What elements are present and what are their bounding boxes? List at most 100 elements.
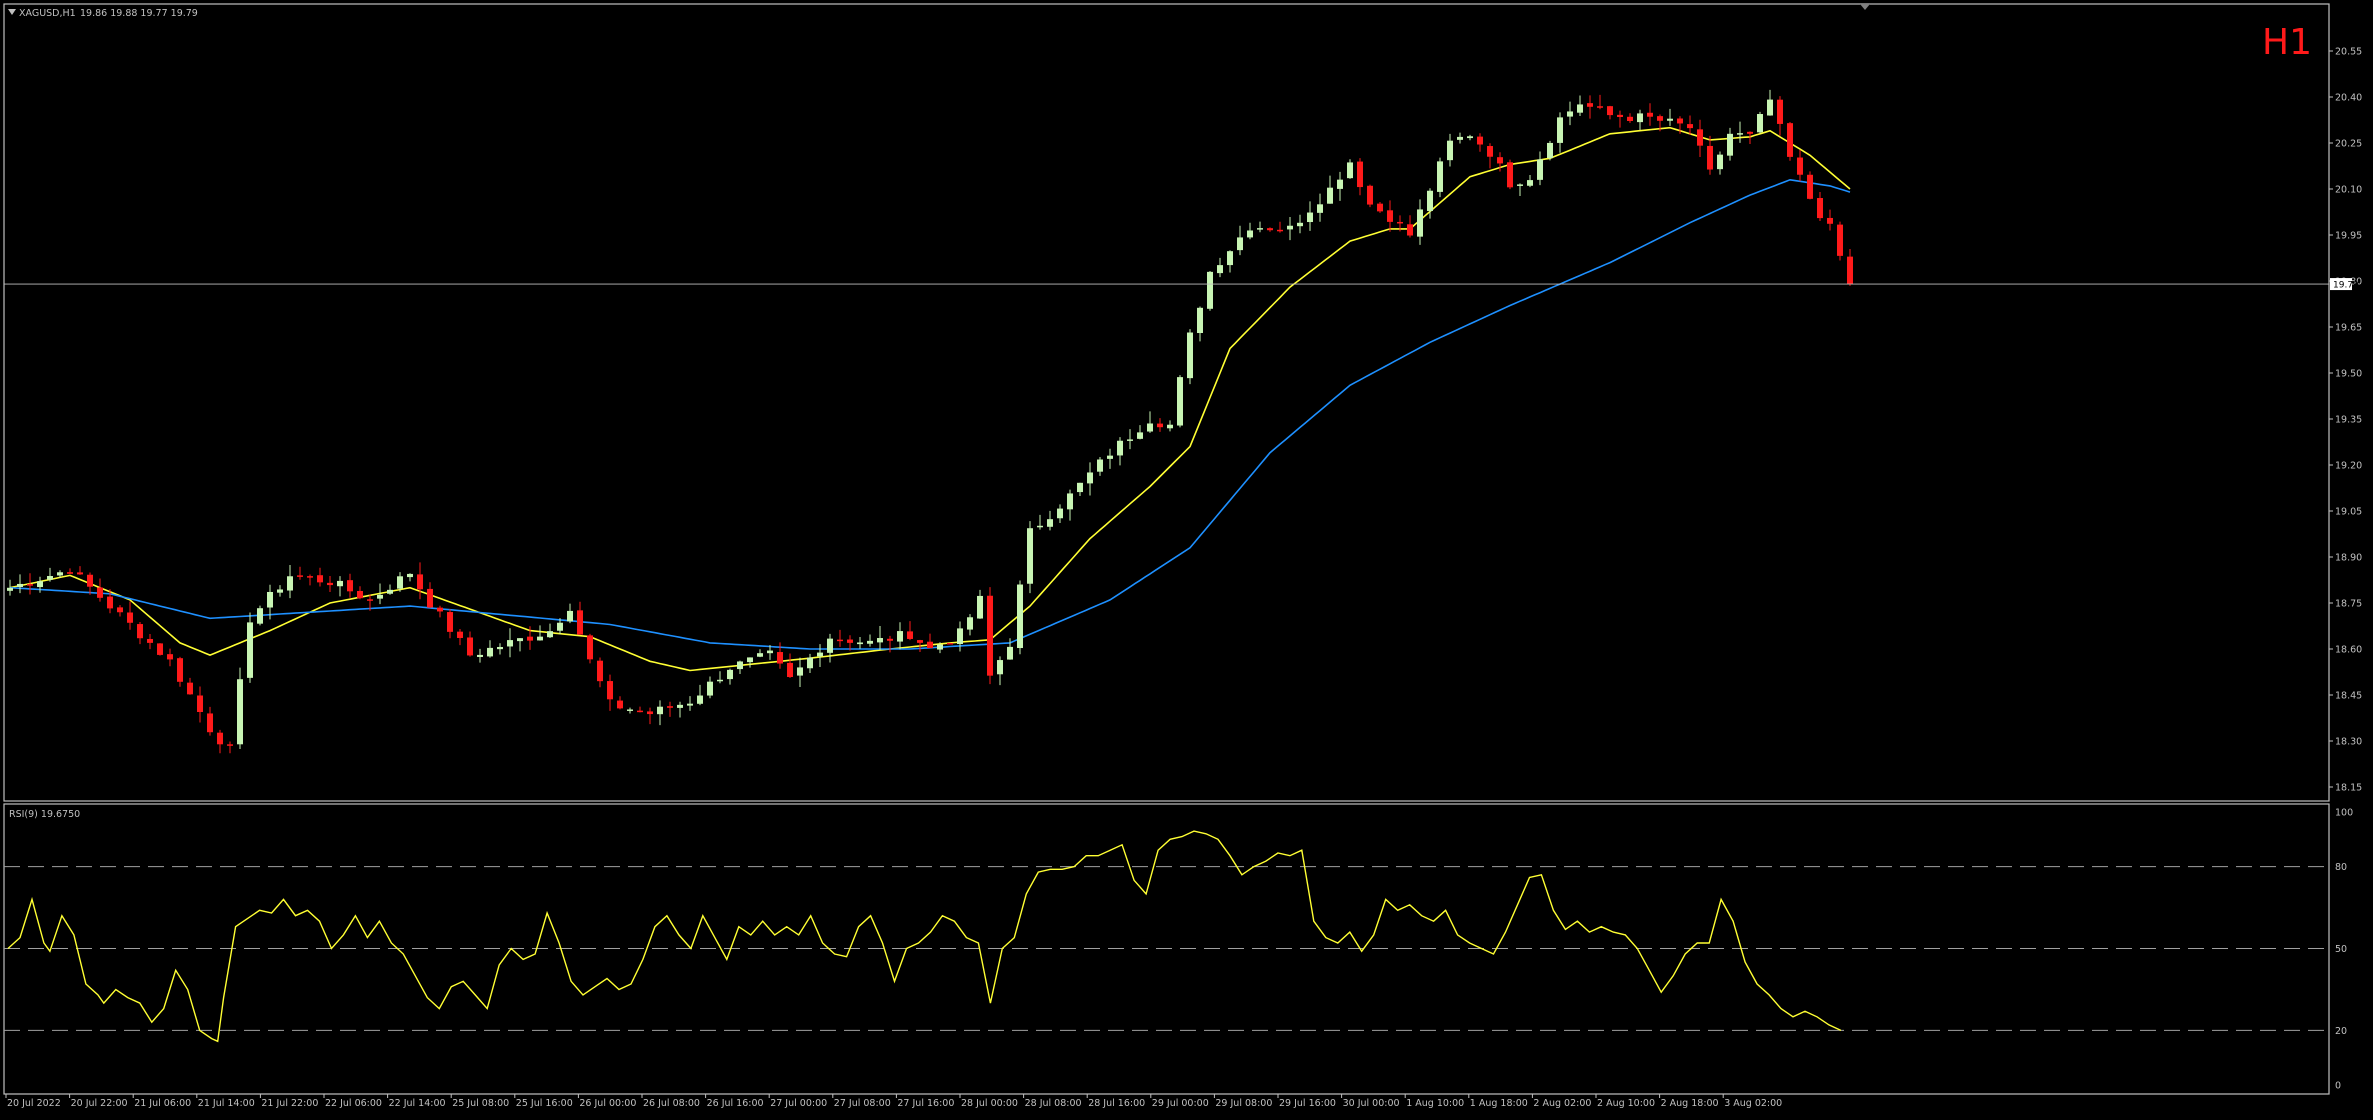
- time-tick-label: 1 Aug 18:00: [1470, 1098, 1528, 1109]
- candle-body: [977, 595, 983, 619]
- candle-body: [667, 706, 673, 708]
- candle-body: [1517, 184, 1523, 186]
- candle-body: [1367, 185, 1373, 205]
- candle-body: [1577, 104, 1583, 113]
- candle-body: [1707, 145, 1713, 170]
- candle-body: [917, 640, 923, 643]
- candle-body: [1787, 123, 1793, 157]
- candle-body: [1337, 179, 1343, 189]
- candle-body: [97, 587, 103, 598]
- candle-body: [1607, 106, 1613, 116]
- candle-body: [1317, 204, 1323, 213]
- time-tick-label: 29 Jul 16:00: [1279, 1098, 1336, 1109]
- candle-body: [1047, 519, 1053, 527]
- candle-body: [1167, 424, 1173, 429]
- candle-body: [1637, 113, 1643, 123]
- candle-body: [147, 638, 153, 643]
- candle-body: [1647, 112, 1653, 117]
- time-tick-label: 2 Aug 02:00: [1533, 1098, 1591, 1109]
- candle-body: [247, 622, 253, 678]
- time-tick-label: 28 Jul 16:00: [1088, 1098, 1145, 1109]
- candle-body: [947, 642, 953, 645]
- time-tick-label: 26 Jul 08:00: [643, 1098, 700, 1109]
- candle-body: [1567, 111, 1573, 117]
- candle-body: [1377, 203, 1383, 212]
- candle-body: [407, 573, 413, 578]
- price-tick-label: 20.10: [2335, 185, 2362, 196]
- candle-body: [1247, 230, 1253, 238]
- candle-body: [287, 576, 293, 591]
- candle-body: [757, 653, 763, 657]
- candle-body: [487, 647, 493, 657]
- rsi-tick-label: 0: [2335, 1081, 2341, 1092]
- time-tick-label: 22 Jul 06:00: [325, 1098, 382, 1109]
- candle-body: [897, 631, 903, 642]
- candle-body: [1017, 584, 1023, 649]
- candle-body: [357, 590, 363, 599]
- candle-body: [877, 638, 883, 643]
- time-tick-label: 27 Jul 00:00: [770, 1098, 827, 1109]
- candle-body: [567, 610, 573, 622]
- price-tick-label: 20.40: [2335, 93, 2362, 104]
- candle-body: [467, 637, 473, 656]
- candle-body: [1447, 140, 1453, 161]
- candle-body: [727, 669, 733, 680]
- candle-body: [1527, 180, 1533, 186]
- candle-body: [397, 576, 403, 589]
- candle-body: [617, 700, 623, 709]
- price-tick-label: 18.60: [2335, 645, 2362, 656]
- price-tick-label: 19.95: [2335, 231, 2362, 242]
- candle-body: [1667, 118, 1673, 121]
- candle-body: [1227, 251, 1233, 266]
- candle-body: [197, 695, 203, 713]
- time-tick-label: 2 Aug 18:00: [1661, 1098, 1719, 1109]
- candle-body: [987, 595, 993, 676]
- ohlc-label: 19.86 19.88 19.77 19.79: [80, 8, 198, 19]
- candle-body: [1627, 116, 1633, 122]
- candle-body: [547, 631, 553, 638]
- candle-body: [1477, 136, 1483, 145]
- candle-body: [557, 622, 563, 631]
- time-tick-label: 3 Aug 02:00: [1724, 1098, 1782, 1109]
- rsi-label: RSI(9) 19.6750: [9, 809, 80, 820]
- candle-body: [1797, 157, 1803, 175]
- price-tick-label: 20.25: [2335, 139, 2362, 150]
- candle-body: [1077, 482, 1083, 493]
- timeframe-badge: H1: [2262, 22, 2312, 63]
- candle-body: [697, 695, 703, 704]
- candle-body: [637, 710, 643, 713]
- candle-body: [1357, 161, 1363, 188]
- candle-body: [787, 662, 793, 678]
- candle-body: [1817, 198, 1823, 219]
- candle-body: [457, 631, 463, 638]
- candle-body: [237, 679, 243, 745]
- symbol-label: XAGUSD,H1: [19, 8, 76, 19]
- candle-body: [967, 617, 973, 630]
- price-tick-label: 19.05: [2335, 507, 2362, 518]
- candle-body: [747, 657, 753, 663]
- candle-body: [827, 638, 833, 653]
- price-tick-label: 19.20: [2335, 461, 2362, 472]
- candle-body: [777, 652, 783, 664]
- candle-body: [1037, 525, 1043, 528]
- candle-body: [1507, 162, 1513, 188]
- candle-body: [1417, 209, 1423, 237]
- candle-body: [497, 646, 503, 650]
- time-tick-label: 26 Jul 16:00: [707, 1098, 764, 1109]
- time-tick-label: 2 Aug 10:00: [1597, 1098, 1655, 1109]
- candle-body: [1197, 307, 1203, 334]
- candle-body: [1747, 131, 1753, 134]
- candle-body: [217, 732, 223, 745]
- candle-body: [927, 641, 933, 649]
- candle-body: [1717, 154, 1723, 170]
- candle-body: [307, 576, 313, 578]
- candle-body: [1677, 118, 1683, 124]
- candle-body: [807, 657, 813, 669]
- time-tick-label: 21 Jul 22:00: [261, 1098, 318, 1109]
- candle-body: [1537, 159, 1543, 180]
- candle-body: [1127, 439, 1133, 441]
- candle-body: [157, 643, 163, 655]
- candle-body: [717, 679, 723, 682]
- rsi-tick-label: 80: [2335, 862, 2347, 873]
- candle-body: [587, 635, 593, 660]
